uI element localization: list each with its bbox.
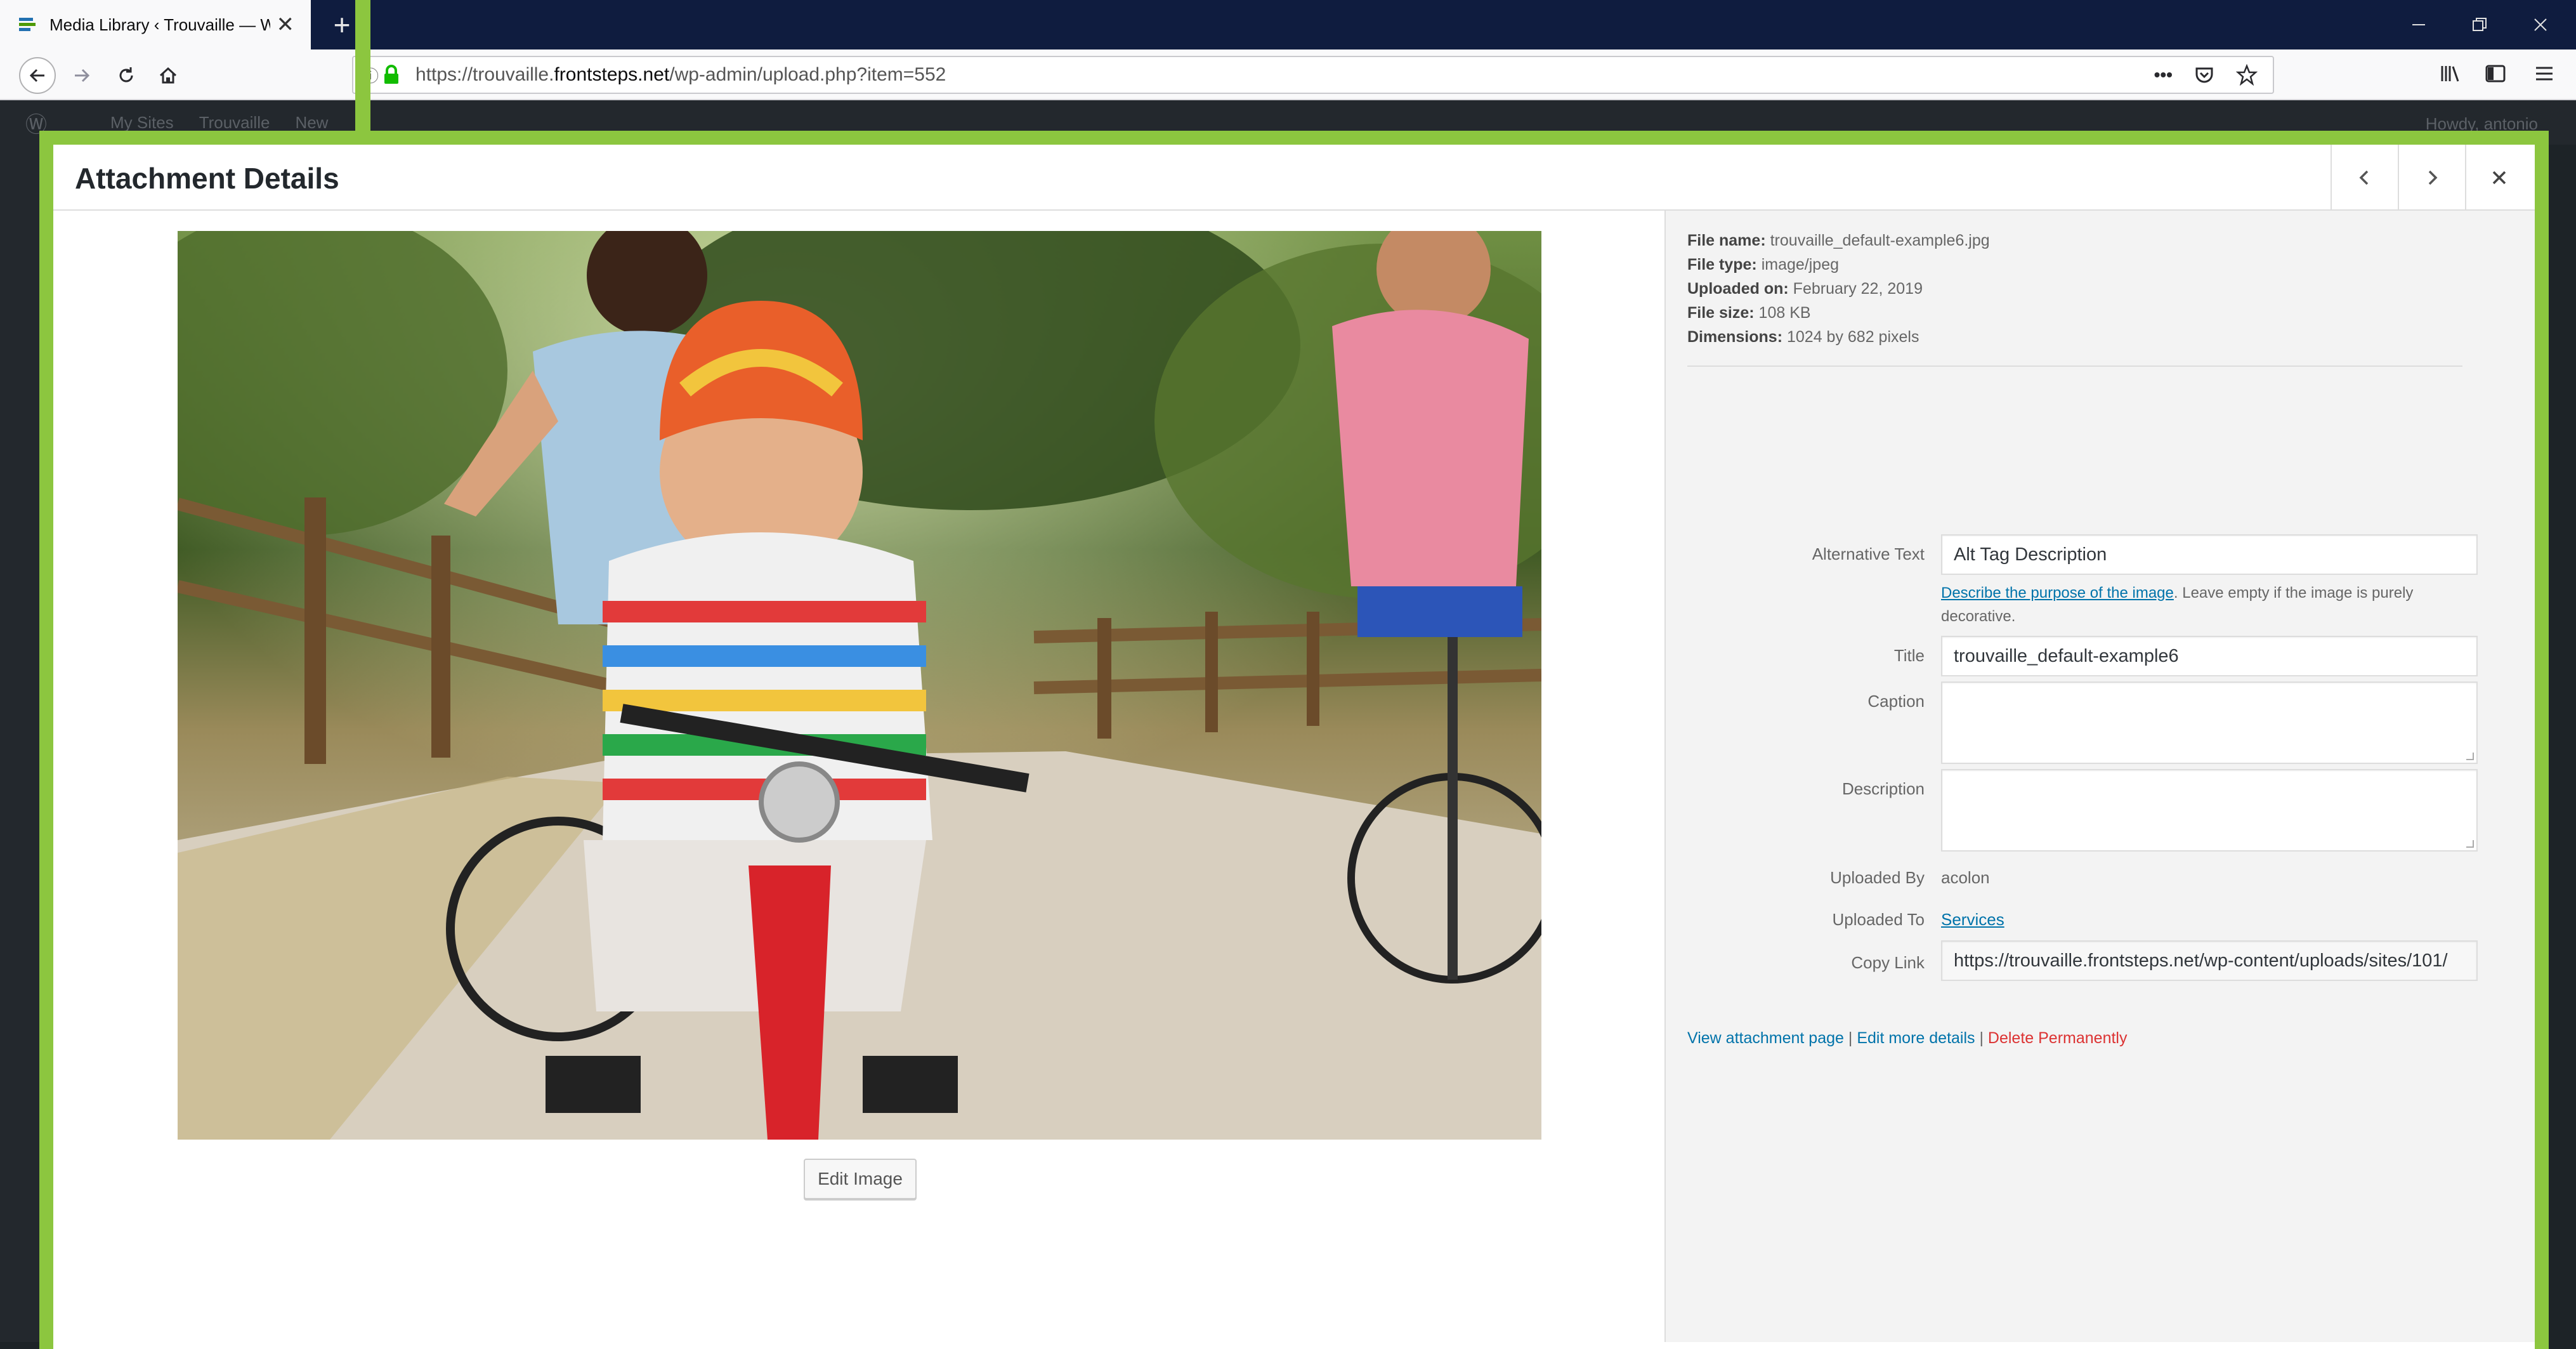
url-actions: •••: [2154, 64, 2273, 86]
forward-arrow-icon: [75, 69, 90, 82]
uploaded-to-label: Uploaded To: [1832, 910, 1925, 929]
url-path: /wp-admin/upload.php?item=552: [669, 64, 946, 85]
page-actions-icon[interactable]: •••: [2154, 65, 2173, 85]
admin-bar-new[interactable]: New: [295, 113, 328, 133]
address-bar[interactable]: ⓘ https://trouvaille.frontsteps.net/wp-a…: [352, 56, 2274, 94]
window-close-icon[interactable]: [2510, 0, 2571, 49]
wp-admin-sidebar: [0, 145, 44, 1342]
close-modal-button[interactable]: [2465, 145, 2532, 211]
browser-tab-media-library[interactable]: Media Library ‹ Trouvaille — W ✕: [0, 0, 311, 49]
uploaded-by-label: Uploaded By: [1830, 868, 1925, 887]
restore-icon[interactable]: [2449, 0, 2510, 49]
url-host: frontsteps.net: [554, 64, 670, 85]
tab-title: Media Library ‹ Trouvaille — W: [49, 15, 270, 34]
home-icon: [159, 67, 177, 84]
description-textarea[interactable]: [1941, 769, 2478, 852]
caption-label: Caption: [1867, 692, 1925, 711]
attachment-details-panel: File name: trouvaille_default-example6.j…: [1664, 211, 2535, 1342]
file-size-value: 108 KB: [1758, 304, 1811, 322]
dimensions-value: 1024 by 682 pixels: [1786, 328, 1919, 346]
modal-header: Attachment Details: [53, 145, 2535, 211]
forward-button[interactable]: [63, 57, 100, 94]
title-input[interactable]: trouvaille_default-example6: [1941, 636, 2478, 676]
back-arrow-icon: [29, 69, 44, 82]
chevron-right-icon: [2428, 170, 2438, 185]
bookmark-star-icon[interactable]: [2236, 64, 2258, 86]
copy-link-label: Copy Link: [1851, 953, 1925, 972]
admin-bar-site-name[interactable]: Trouvaille: [199, 113, 270, 133]
tab-close-icon[interactable]: ✕: [277, 12, 295, 37]
admin-bar-my-sites[interactable]: My Sites: [110, 113, 174, 133]
uploaded-on-row: Uploaded on: February 22, 2019: [1687, 277, 1990, 301]
reload-icon: [119, 67, 133, 82]
file-type-label: File type:: [1687, 256, 1757, 273]
reload-button[interactable]: [108, 57, 145, 94]
attachment-actions: View attachment page | Edit more details…: [1687, 1029, 2127, 1048]
file-type-value: image/jpeg: [1761, 256, 1840, 273]
file-info: File name: trouvaille_default-example6.j…: [1687, 228, 1990, 349]
delete-permanently-link[interactable]: Delete Permanently: [1988, 1029, 2128, 1047]
attachment-media-view: Edit Image: [53, 211, 1664, 1342]
file-name-row: File name: trouvaille_default-example6.j…: [1687, 228, 1990, 253]
back-button[interactable]: [19, 57, 56, 94]
browser-nav-bar: ⓘ https://trouvaille.frontsteps.net/wp-a…: [0, 49, 2576, 100]
dimensions-row: Dimensions: 1024 by 682 pixels: [1687, 325, 1990, 349]
dimensions-label: Dimensions:: [1687, 328, 1783, 346]
uploaded-on-value: February 22, 2019: [1793, 280, 1923, 298]
pocket-icon[interactable]: [2194, 65, 2214, 85]
wp-favicon-icon: [19, 18, 36, 31]
next-attachment-button[interactable]: [2398, 145, 2465, 211]
close-icon: [2492, 171, 2506, 185]
divider: [1687, 365, 2462, 367]
file-name-label: File name:: [1687, 232, 1766, 249]
alt-text-help: Describe the purpose of the image. Leave…: [1941, 581, 2478, 628]
resize-grip-icon[interactable]: [2466, 753, 2474, 760]
lock-icon[interactable]: [382, 65, 400, 85]
attachment-image: [178, 231, 1541, 1140]
url-prefix: https://trouvaille.: [415, 64, 554, 85]
home-button[interactable]: [150, 57, 186, 94]
library-icon[interactable]: [2439, 62, 2462, 85]
edit-image-button[interactable]: Edit Image: [804, 1159, 917, 1199]
url-text[interactable]: https://trouvaille.frontsteps.net/wp-adm…: [415, 64, 2154, 86]
attachment-details-modal: Attachment Details Edit Image File name:…: [53, 145, 2535, 1342]
file-name-value: trouvaille_default-example6.jpg: [1770, 232, 1990, 249]
browser-tab-bar: Media Library ‹ Trouvaille — W ✕ +: [0, 0, 2576, 49]
highlight-pointer: [355, 0, 370, 145]
sidebar-toggle-icon[interactable]: [2484, 62, 2507, 85]
description-label: Description: [1841, 779, 1925, 798]
file-size-row: File size: 108 KB: [1687, 301, 1990, 325]
copy-link-input[interactable]: https://trouvaille.frontsteps.net/wp-con…: [1941, 940, 2478, 981]
chevron-left-icon: [2359, 170, 2369, 185]
file-type-row: File type: image/jpeg: [1687, 253, 1990, 277]
caption-textarea[interactable]: [1941, 681, 2478, 764]
uploaded-on-label: Uploaded on:: [1687, 280, 1789, 298]
alt-text-label: Alternative Text: [1812, 544, 1925, 563]
hamburger-menu-icon[interactable]: [2534, 62, 2555, 85]
edit-more-details-link[interactable]: Edit more details: [1857, 1029, 1975, 1047]
alt-text-help-link[interactable]: Describe the purpose of the image: [1941, 584, 2174, 602]
alt-text-input[interactable]: Alt Tag Description: [1941, 534, 2478, 575]
minimize-icon[interactable]: [2388, 0, 2449, 49]
previous-attachment-button[interactable]: [2331, 145, 2398, 211]
resize-grip-icon[interactable]: [2466, 840, 2474, 848]
uploaded-by-value: acolon: [1941, 868, 1990, 887]
action-separator: |: [1975, 1029, 1988, 1047]
title-label: Title: [1893, 646, 1925, 665]
file-size-label: File size:: [1687, 304, 1755, 322]
uploaded-to-link[interactable]: Services: [1941, 910, 2004, 930]
modal-title: Attachment Details: [75, 162, 339, 195]
view-attachment-page-link[interactable]: View attachment page: [1687, 1029, 1844, 1047]
action-separator: |: [1843, 1029, 1857, 1047]
